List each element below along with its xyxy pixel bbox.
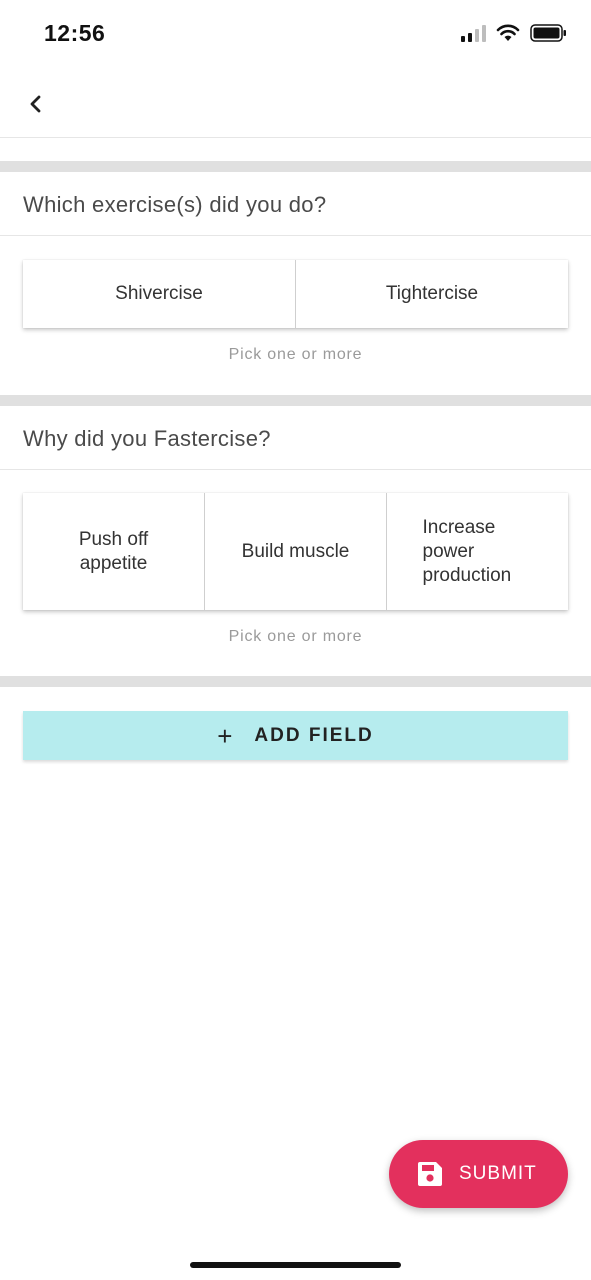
hint-text: Pick one or more [228, 346, 363, 363]
add-field-label: ADD FIELD [254, 724, 374, 746]
status-bar: 12:56 [0, 0, 591, 72]
status-icons [461, 24, 567, 42]
question-title: Which exercise(s) did you do? [0, 174, 591, 236]
option-push-off-appetite[interactable]: Push off appetite [23, 493, 205, 610]
hint-text: Pick one or more [228, 628, 363, 645]
wifi-icon [496, 24, 520, 41]
status-time: 12:56 [44, 20, 106, 46]
cellular-signal-icon [461, 24, 486, 42]
option-group: Shivercise Tightercise [23, 260, 568, 328]
add-field-button[interactable]: + ADD FIELD [23, 711, 568, 760]
back-button[interactable] [18, 86, 54, 122]
save-icon [418, 1162, 442, 1186]
section-divider [0, 676, 591, 687]
submit-label: SUBMIT [459, 1163, 537, 1184]
chevron-left-icon [30, 95, 41, 113]
section-divider [0, 161, 591, 172]
battery-icon [530, 24, 566, 42]
section-divider [0, 395, 591, 406]
question-title: Why did you Fastercise? [0, 408, 591, 470]
nav-bar [0, 72, 591, 138]
option-tightercise[interactable]: Tightercise [296, 260, 568, 328]
option-increase-power-production[interactable]: Increase power production [387, 493, 568, 610]
option-shivercise[interactable]: Shivercise [23, 260, 296, 328]
option-group: Push off appetite Build muscle Increase … [23, 493, 568, 610]
plus-icon: + [217, 720, 235, 751]
home-indicator [190, 1262, 401, 1268]
submit-button[interactable]: SUBMIT [389, 1140, 568, 1208]
option-build-muscle[interactable]: Build muscle [205, 493, 387, 610]
